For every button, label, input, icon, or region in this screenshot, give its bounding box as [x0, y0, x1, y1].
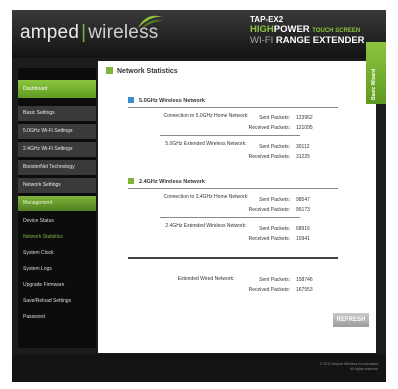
wifi-text: WI-FI [250, 35, 274, 46]
header: amped | wireless TAP-EX2 HIGHPOWER TOUCH S… [12, 10, 386, 58]
sidebar-item-management[interactable]: Management [18, 196, 96, 211]
sent-label: Sent Packets: [259, 144, 290, 150]
home-24ghz-recv: 95173 [296, 207, 310, 213]
sidebar-item-upgrade-firmware[interactable]: Upgrade Firmware [18, 278, 96, 293]
sidebar-item-boosternet[interactable]: BoosterNet Technology [18, 160, 96, 175]
divider [160, 135, 300, 136]
recv-label: Received Packets: [248, 207, 290, 213]
sidebar-item-save-reload[interactable]: Save/Reload Settings [18, 294, 96, 309]
section-marker-icon [128, 97, 134, 103]
basic-wizard-label: Basic Wizard [371, 68, 377, 100]
sent-label: Sent Packets: [259, 115, 290, 121]
product-title: TAP-EX2 HIGHPOWER TOUCH SCREEN WI-FI RAN… [250, 15, 365, 46]
recv-label: Received Packets: [248, 125, 290, 131]
divider [128, 107, 338, 108]
section-24ghz-title: 2.4GHz Wireless Network [139, 179, 205, 185]
ext-24ghz-recv: 15941 [296, 236, 310, 242]
power-text: POWER [273, 24, 310, 35]
logo-swoosh-icon [138, 15, 163, 28]
sidebar-item-system-logs[interactable]: System Logs [18, 262, 96, 277]
app-frame: amped | wireless TAP-EX2 HIGHPOWER TOUCH S… [12, 10, 386, 382]
sidebar-item-system-clock[interactable]: System Clock [18, 246, 96, 261]
title-marker-icon [106, 67, 113, 74]
sidebar-item-network-settings[interactable]: Network Settings [18, 178, 96, 193]
sent-label: Sent Packets: [259, 197, 290, 203]
recv-label: Received Packets: [248, 287, 290, 293]
divider [160, 217, 300, 218]
section-5ghz-title: 5.0GHz Wireless Network [139, 98, 205, 104]
section-5ghz-header: 5.0GHz Wireless Network [128, 97, 205, 104]
footer: © 2012 Amped Wireless Incorporated All r… [12, 354, 386, 382]
section-marker-icon [128, 178, 134, 184]
sidebar-item-dashboard[interactable]: Dashboard [18, 80, 96, 98]
home-5ghz-sent: 123962 [296, 115, 313, 121]
touch-screen-text: TOUCH SCREEN [312, 28, 361, 34]
range-extender-text: RANGE EXTENDER [275, 35, 365, 46]
wired-recv: 167553 [296, 287, 313, 293]
basic-wizard-tab[interactable]: Basic Wizard [366, 42, 386, 104]
high-text: HIGH [250, 24, 274, 35]
page-title-text: Network Statistics [117, 68, 178, 75]
sidebar-item-5ghz-settings[interactable]: 5.0GHz Wi-Fi Settings [18, 124, 96, 139]
sent-label: Sent Packets: [259, 277, 290, 283]
ext-24ghz-sent: 68916 [296, 226, 310, 232]
main-content: Network Statistics 5.0GHz Wireless Netwo… [98, 61, 376, 353]
recv-label: Received Packets: [248, 236, 290, 242]
home-24ghz-label: Connection to 2.4GHz Home Network: [163, 194, 249, 200]
copyright-line: All rights reserved [349, 367, 378, 371]
copyright: © 2012 Amped Wireless Incorporated All r… [320, 362, 378, 372]
refresh-button[interactable]: REFRESH [333, 313, 369, 327]
home-5ghz-label: Connection to 5.0GHz Home Network: [163, 113, 249, 119]
sidebar: Dashboard Basic Settings 5.0GHz Wi-Fi Se… [18, 68, 96, 348]
ext-5ghz-recv: 31225 [296, 154, 310, 160]
page-title: Network Statistics [106, 67, 178, 75]
sidebar-item-24ghz-settings[interactable]: 2.4GHz Wi-Fi Settings [18, 142, 96, 157]
ext-24ghz-label: 2.4GHz Extended Wireless Network: [165, 223, 247, 229]
wired-sent: 158746 [296, 277, 313, 283]
ext-5ghz-sent: 30112 [296, 144, 310, 150]
section-24ghz-header: 2.4GHz Wireless Network [128, 178, 205, 185]
sent-label: Sent Packets: [259, 226, 290, 232]
recv-label: Received Packets: [248, 154, 290, 160]
sidebar-item-device-status[interactable]: Device Status [18, 214, 96, 229]
ext-5ghz-label: 5.0GHz Extended Wireless Network: [165, 141, 247, 147]
home-24ghz-sent: 98547 [296, 197, 310, 203]
sidebar-item-password[interactable]: Password [18, 310, 96, 325]
divider [128, 188, 338, 189]
divider [128, 257, 338, 259]
wired-label: Extended Wired Network: [177, 276, 235, 282]
sidebar-item-network-statistics[interactable]: Network Statistics [18, 230, 96, 245]
home-5ghz-recv: 121095 [296, 125, 313, 131]
sidebar-item-basic-settings[interactable]: Basic Settings [18, 106, 96, 121]
